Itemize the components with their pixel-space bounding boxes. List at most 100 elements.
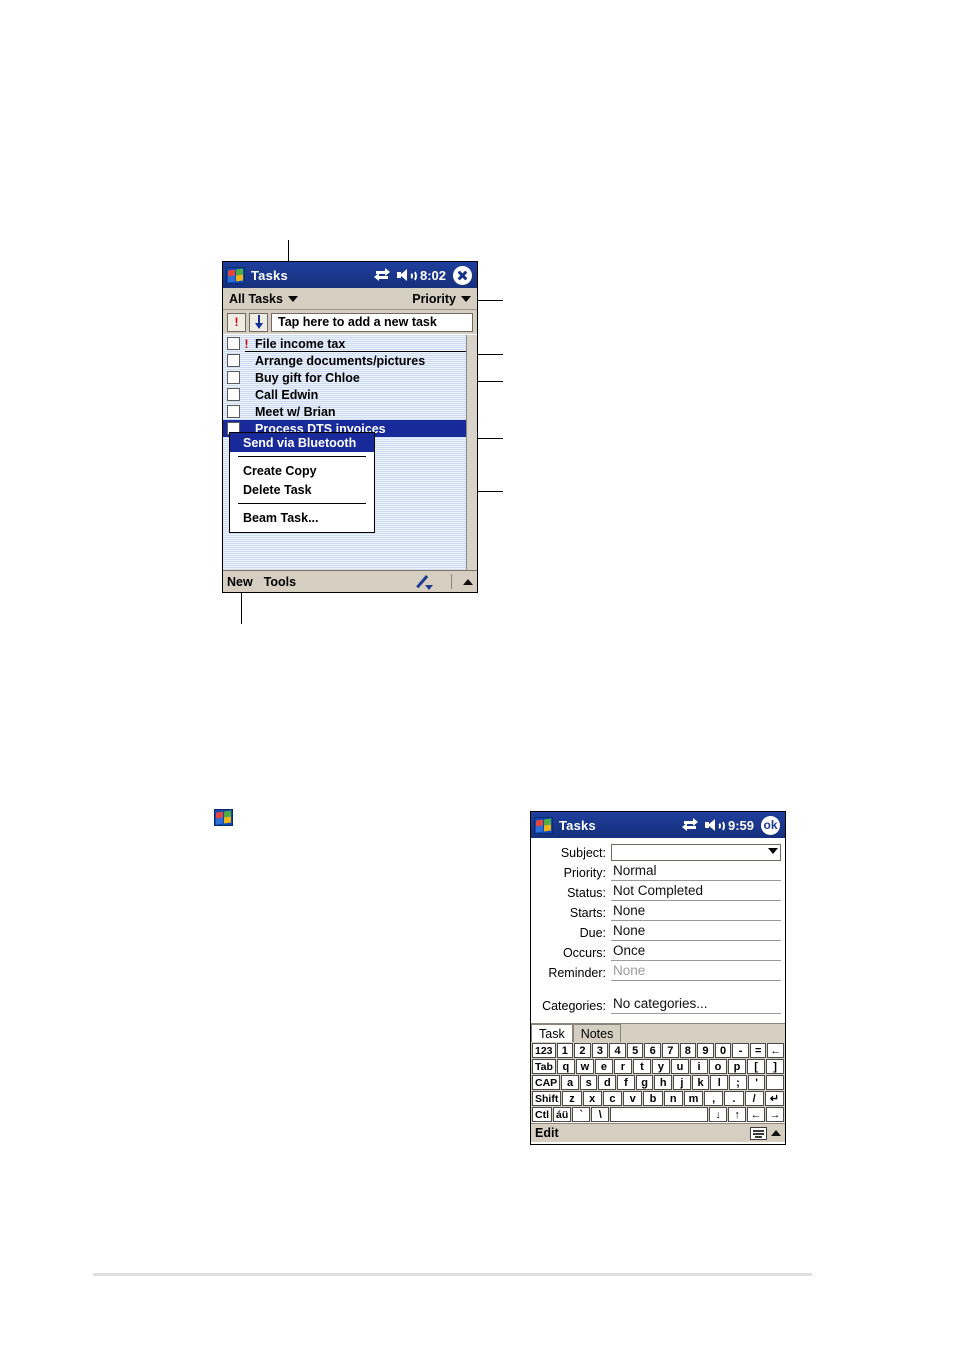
key-semicolon[interactable]: ; — [729, 1075, 747, 1090]
key-1[interactable]: 1 — [556, 1043, 574, 1058]
backspace-icon[interactable]: ← — [767, 1043, 785, 1058]
key-x[interactable]: x — [582, 1091, 602, 1106]
new-button[interactable]: New — [227, 575, 253, 589]
key-accents[interactable]: áü — [553, 1107, 572, 1122]
key-e[interactable]: e — [594, 1059, 613, 1074]
arrow-left-icon[interactable]: ← — [747, 1107, 766, 1122]
pen-icon[interactable] — [416, 574, 440, 590]
key-bracket-right[interactable]: ] — [766, 1059, 785, 1074]
close-icon[interactable] — [453, 265, 472, 285]
key-k[interactable]: k — [691, 1075, 710, 1090]
subject-input[interactable] — [611, 844, 781, 861]
key-r[interactable]: r — [613, 1059, 632, 1074]
key-f[interactable]: f — [617, 1075, 635, 1090]
priority-filter-button[interactable]: ! — [227, 312, 246, 332]
chevron-up-icon[interactable] — [463, 578, 473, 585]
tab-task[interactable]: Task — [531, 1024, 573, 1042]
keyboard-icon[interactable] — [750, 1126, 767, 1140]
arrow-down-icon[interactable]: ↓ — [709, 1107, 728, 1122]
clock[interactable]: 9:59 — [728, 818, 754, 833]
task-checkbox[interactable] — [227, 405, 240, 418]
key-2[interactable]: 2 — [574, 1043, 591, 1058]
key-shift[interactable]: Shift — [532, 1091, 562, 1106]
key-c[interactable]: c — [602, 1091, 623, 1106]
table-row[interactable]: Meet w/ Brian — [223, 403, 477, 420]
task-checkbox[interactable] — [227, 388, 240, 401]
key-q[interactable]: q — [556, 1059, 575, 1074]
task-checkbox[interactable] — [227, 337, 240, 350]
key-3[interactable]: 3 — [591, 1043, 609, 1058]
key-d[interactable]: d — [598, 1075, 617, 1090]
task-checkbox[interactable] — [227, 371, 240, 384]
sort-filter-dropdown[interactable]: Priority — [412, 292, 471, 306]
key-a[interactable]: a — [561, 1075, 579, 1090]
status-value[interactable]: Not Completed — [611, 883, 781, 901]
starts-value[interactable]: None — [611, 903, 781, 921]
tools-button[interactable]: Tools — [264, 575, 296, 589]
key-b[interactable]: b — [643, 1091, 663, 1106]
key-u[interactable]: u — [670, 1059, 689, 1074]
key-period[interactable]: . — [724, 1091, 744, 1106]
key-backtick[interactable]: ` — [572, 1107, 591, 1122]
reminder-value[interactable]: None — [611, 963, 781, 981]
key-caps[interactable]: CAP — [532, 1075, 561, 1090]
menu-item-create-copy[interactable]: Create Copy — [230, 461, 374, 480]
enter-icon[interactable]: ↵ — [764, 1091, 785, 1106]
key-slash[interactable]: / — [744, 1091, 764, 1106]
arrow-right-icon[interactable]: → — [766, 1107, 785, 1122]
key-0[interactable]: 0 — [714, 1043, 732, 1058]
menu-item-beam-task[interactable]: Beam Task... — [230, 508, 374, 527]
key-m[interactable]: m — [683, 1091, 704, 1106]
key-minus[interactable]: - — [732, 1043, 749, 1058]
occurs-value[interactable]: Once — [611, 943, 781, 961]
key-z[interactable]: z — [562, 1091, 582, 1106]
table-row[interactable]: Arrange documents/pictures — [223, 352, 477, 369]
key-7[interactable]: 7 — [662, 1043, 679, 1058]
key-tab[interactable]: Tab — [532, 1059, 556, 1074]
key-p[interactable]: p — [728, 1059, 747, 1074]
table-row[interactable]: Call Edwin — [223, 386, 477, 403]
key-equals[interactable]: = — [749, 1043, 767, 1058]
windows-logo-icon[interactable] — [226, 266, 245, 284]
menu-item-send-via-bluetooth[interactable]: Send via Bluetooth — [230, 433, 374, 452]
priority-value[interactable]: Normal — [611, 863, 781, 881]
table-row[interactable]: ! File income tax — [223, 335, 477, 352]
connectivity-icon[interactable] — [373, 268, 390, 281]
chevron-up-icon[interactable] — [771, 1130, 781, 1136]
category-filter-dropdown[interactable]: All Tasks — [229, 292, 298, 306]
speaker-icon[interactable] — [396, 268, 417, 282]
key-comma[interactable]: , — [704, 1091, 724, 1106]
key-s[interactable]: s — [579, 1075, 598, 1090]
menu-item-delete-task[interactable]: Delete Task — [230, 480, 374, 499]
key-bracket-left[interactable]: [ — [747, 1059, 766, 1074]
key-l[interactable]: l — [710, 1075, 729, 1090]
key-4[interactable]: 4 — [609, 1043, 626, 1058]
vertical-scrollbar[interactable] — [466, 335, 477, 570]
new-task-input[interactable]: Tap here to add a new task — [271, 312, 473, 332]
key-h[interactable]: h — [654, 1075, 673, 1090]
key-8[interactable]: 8 — [679, 1043, 697, 1058]
key-123[interactable]: 123 — [532, 1043, 556, 1058]
key-5[interactable]: 5 — [626, 1043, 644, 1058]
key-g[interactable]: g — [635, 1075, 654, 1090]
key-j[interactable]: j — [673, 1075, 691, 1090]
key-ctrl[interactable]: Ctl — [532, 1107, 552, 1122]
key-t[interactable]: t — [632, 1059, 651, 1074]
key-backslash[interactable]: \ — [591, 1107, 610, 1122]
key-i[interactable]: i — [690, 1059, 709, 1074]
key-6[interactable]: 6 — [644, 1043, 661, 1058]
due-value[interactable]: None — [611, 923, 781, 941]
key-y[interactable]: y — [651, 1059, 670, 1074]
arrow-up-icon[interactable]: ↑ — [728, 1107, 747, 1122]
key-9[interactable]: 9 — [697, 1043, 714, 1058]
key-blank[interactable] — [766, 1075, 785, 1090]
key-v[interactable]: v — [623, 1091, 643, 1106]
edit-menu[interactable]: Edit — [535, 1126, 559, 1140]
key-space[interactable] — [610, 1107, 709, 1122]
table-row[interactable]: Buy gift for Chloe — [223, 369, 477, 386]
clock[interactable]: 8:02 — [420, 268, 446, 283]
categories-value[interactable]: No categories... — [611, 996, 781, 1014]
key-o[interactable]: o — [709, 1059, 728, 1074]
sort-order-button[interactable] — [249, 312, 268, 332]
key-n[interactable]: n — [663, 1091, 683, 1106]
